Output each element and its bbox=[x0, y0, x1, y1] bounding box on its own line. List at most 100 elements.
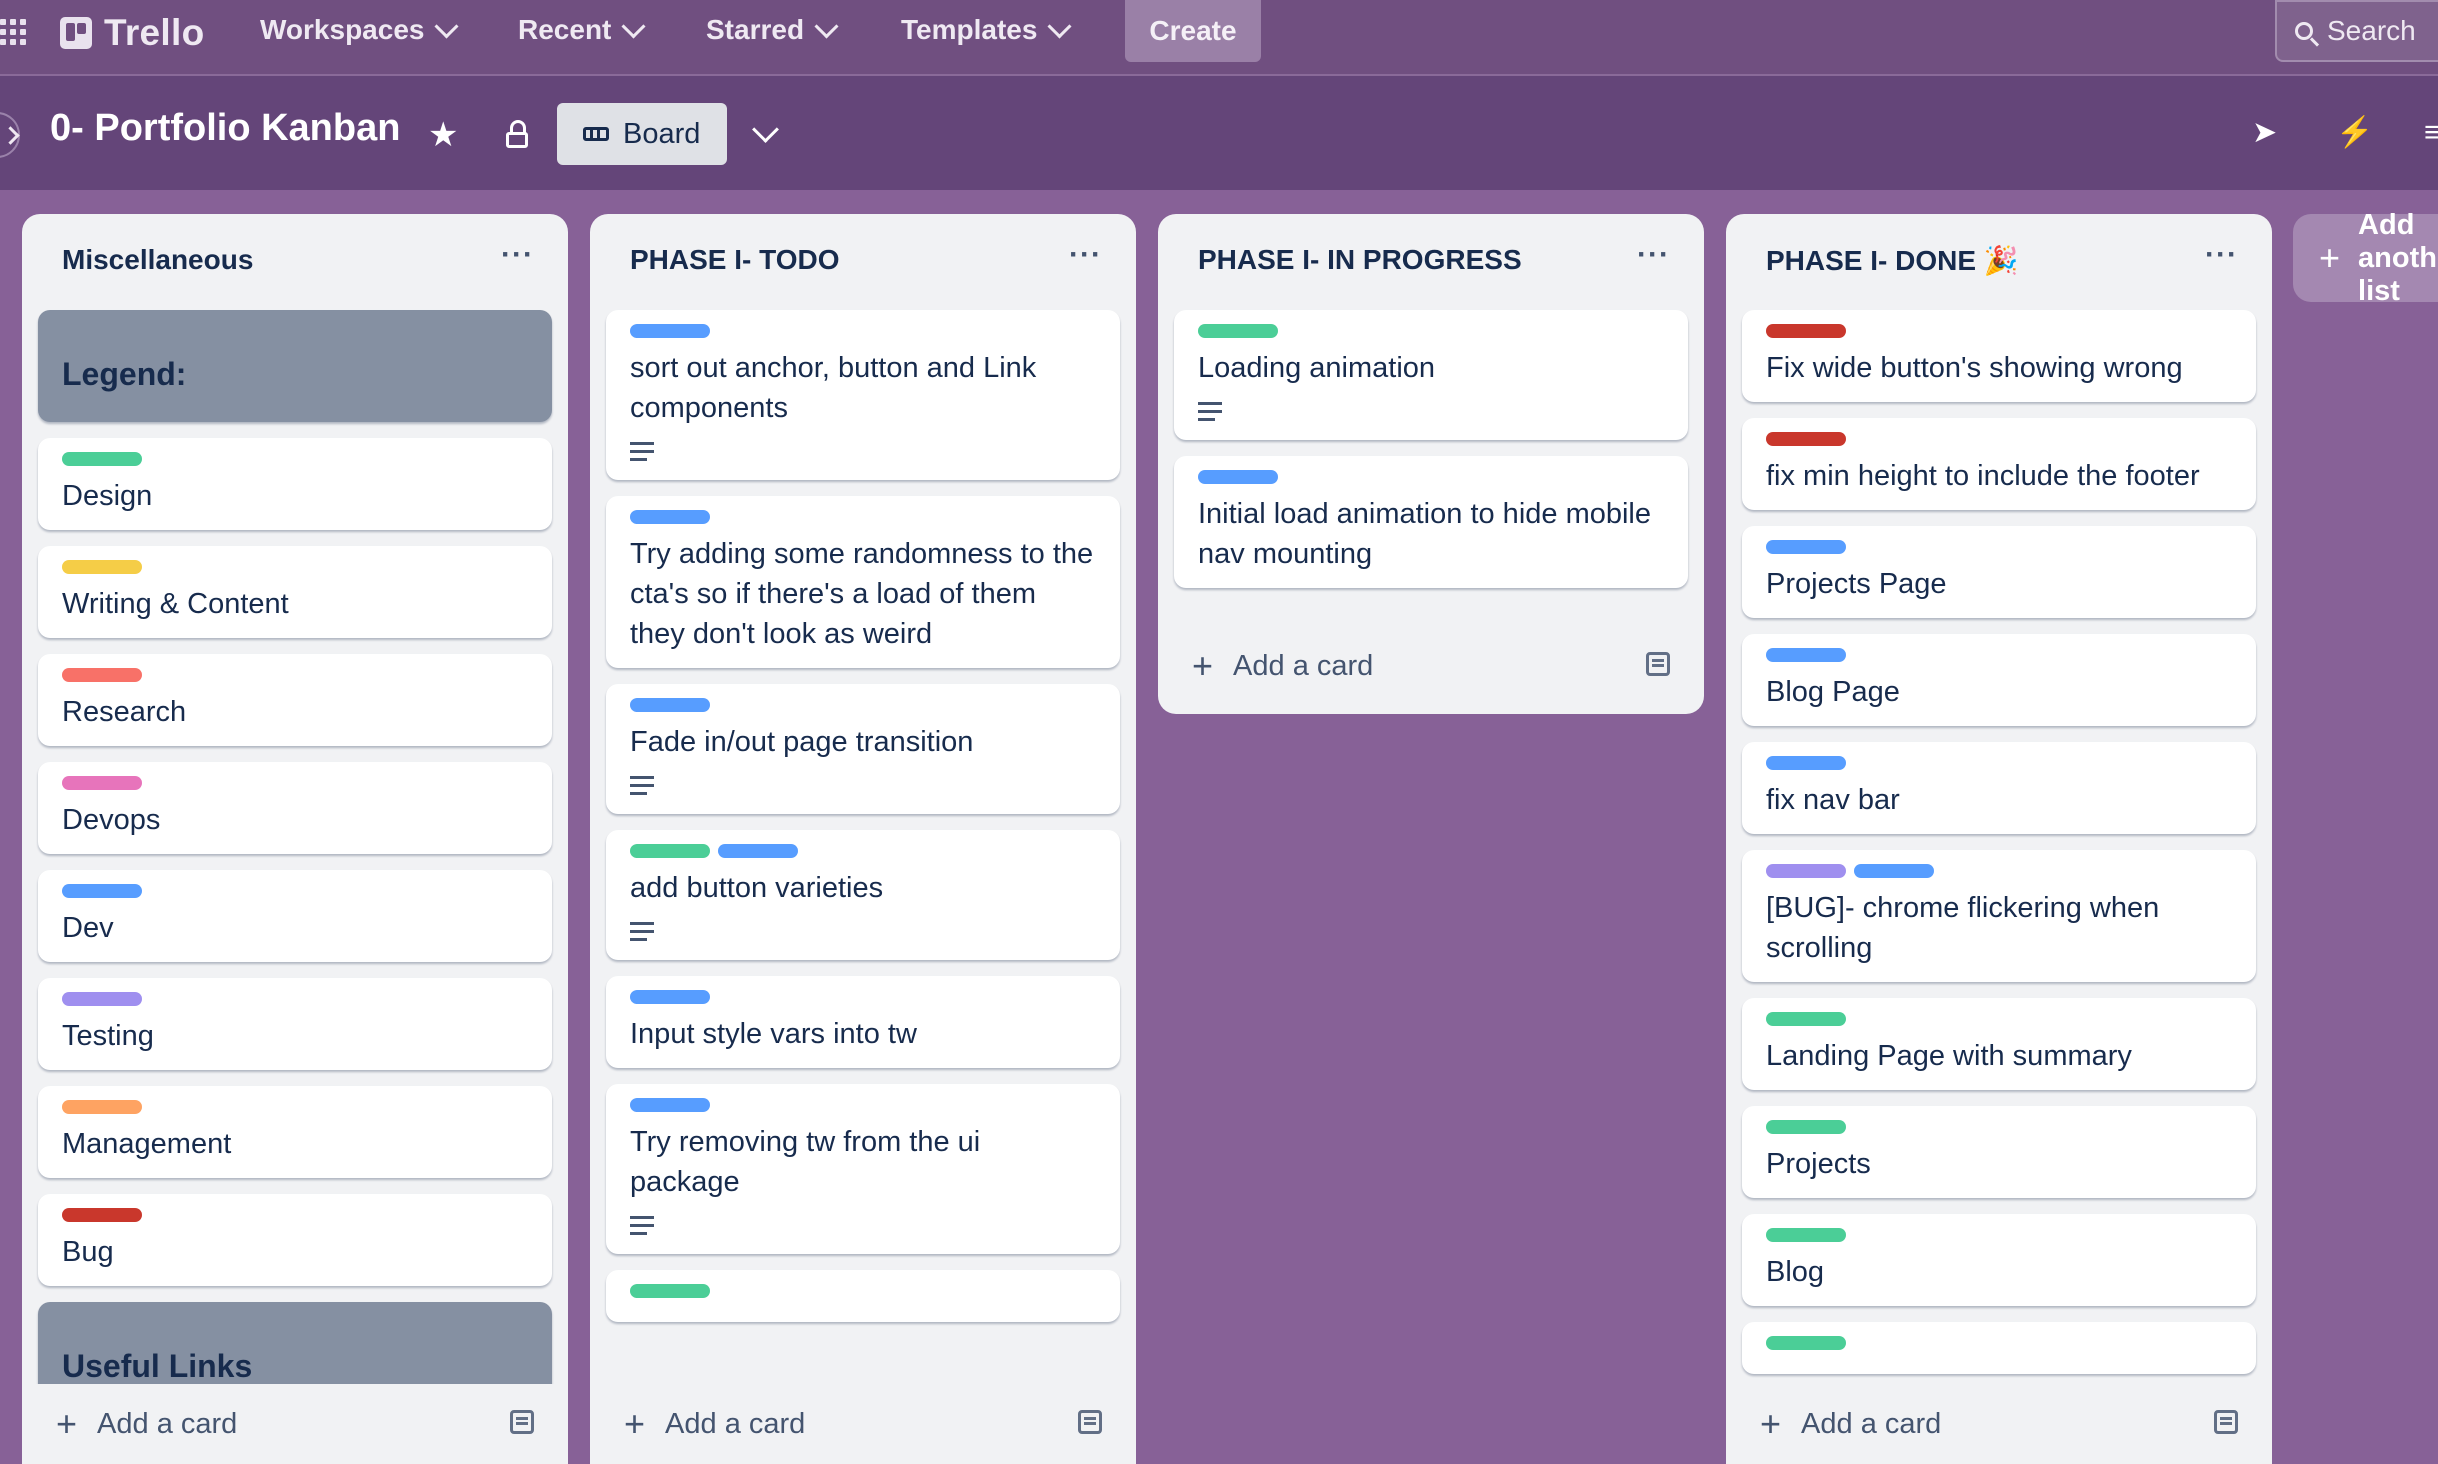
card-template-icon[interactable] bbox=[510, 1410, 534, 1434]
starred-menu[interactable]: Starred bbox=[706, 0, 839, 60]
label-chip[interactable] bbox=[1766, 1120, 1846, 1134]
card[interactable]: add button varieties bbox=[606, 830, 1120, 960]
card[interactable]: Fix wide button's showing wrong bbox=[1742, 310, 2256, 402]
create-button[interactable]: Create bbox=[1125, 0, 1261, 62]
label-chip[interactable] bbox=[1766, 756, 1846, 770]
label-chip[interactable] bbox=[1766, 864, 1846, 878]
app-switcher-icon[interactable] bbox=[0, 19, 30, 49]
card-template-icon[interactable] bbox=[1646, 652, 1670, 676]
card[interactable]: Dev bbox=[38, 870, 552, 962]
label-chip[interactable] bbox=[630, 1284, 710, 1298]
add-card-label: Add a card bbox=[97, 1407, 238, 1440]
power-ups-rocket-icon[interactable]: ➤ bbox=[2252, 118, 2277, 148]
add-card-row[interactable]: + Add a card bbox=[1158, 626, 1704, 706]
label-chip[interactable] bbox=[62, 1208, 142, 1222]
list-title[interactable]: PHASE I- TODO bbox=[630, 244, 840, 276]
card[interactable]: Testing bbox=[38, 978, 552, 1070]
label-chip[interactable] bbox=[62, 452, 142, 466]
label-chip[interactable] bbox=[1198, 324, 1278, 338]
card[interactable]: Input style vars into tw bbox=[606, 976, 1120, 1068]
board-view-button[interactable]: Board bbox=[557, 103, 727, 165]
card-labels bbox=[62, 1208, 528, 1222]
card[interactable]: Try adding some randomness to the cta's … bbox=[606, 496, 1120, 668]
label-chip[interactable] bbox=[718, 844, 798, 858]
card-title: add button varieties bbox=[630, 872, 884, 904]
card-template-icon[interactable] bbox=[2214, 1410, 2238, 1434]
label-chip[interactable] bbox=[1766, 1228, 1846, 1242]
search-icon bbox=[2295, 22, 2313, 40]
card-title: Management bbox=[62, 1128, 232, 1160]
card[interactable]: fix min height to include the footer bbox=[1742, 418, 2256, 510]
card[interactable] bbox=[606, 1270, 1120, 1322]
label-chip[interactable] bbox=[62, 884, 142, 898]
label-chip[interactable] bbox=[1854, 864, 1934, 878]
card[interactable]: Blog Page bbox=[1742, 634, 2256, 726]
label-chip[interactable] bbox=[62, 1100, 142, 1114]
label-chip[interactable] bbox=[1198, 470, 1278, 484]
list-actions-icon[interactable]: ··· bbox=[2205, 238, 2238, 272]
list-title[interactable]: PHASE I- IN PROGRESS bbox=[1198, 244, 1522, 276]
label-chip[interactable] bbox=[630, 324, 710, 338]
card[interactable]: Writing & Content bbox=[38, 546, 552, 638]
templates-menu[interactable]: Templates bbox=[901, 0, 1072, 60]
automation-bolt-icon[interactable]: ⚡ bbox=[2336, 118, 2373, 148]
list-title[interactable]: PHASE I- DONE 🎉 bbox=[1766, 244, 2019, 277]
add-list-button[interactable]: + Add another list bbox=[2293, 209, 2438, 307]
label-chip[interactable] bbox=[630, 844, 710, 858]
card[interactable]: Design bbox=[38, 438, 552, 530]
card[interactable]: Fade in/out page transition bbox=[606, 684, 1120, 814]
cover-card[interactable]: Legend: bbox=[38, 310, 552, 422]
card[interactable]: Landing Page with summary bbox=[1742, 998, 2256, 1090]
label-chip[interactable] bbox=[630, 1098, 710, 1112]
card[interactable]: fix nav bar bbox=[1742, 742, 2256, 834]
label-chip[interactable] bbox=[630, 990, 710, 1004]
card[interactable]: Management bbox=[38, 1086, 552, 1178]
card[interactable]: [BUG]- chrome flickering when scrolling bbox=[1742, 850, 2256, 982]
card[interactable]: Loading animation bbox=[1174, 310, 1688, 440]
label-chip[interactable] bbox=[630, 510, 710, 524]
card[interactable]: Bug bbox=[38, 1194, 552, 1286]
card[interactable]: Blog bbox=[1742, 1214, 2256, 1306]
add-card-row[interactable]: + Add a card bbox=[590, 1384, 1136, 1464]
card[interactable]: Research bbox=[38, 654, 552, 746]
label-chip[interactable] bbox=[62, 992, 142, 1006]
label-chip[interactable] bbox=[1766, 432, 1846, 446]
workspaces-menu[interactable]: Workspaces bbox=[260, 0, 459, 60]
list-actions-icon[interactable]: ··· bbox=[1637, 238, 1670, 272]
plus-icon: + bbox=[1192, 645, 1214, 686]
card-title: Useful Links bbox=[62, 1348, 253, 1384]
list-actions-icon[interactable]: ··· bbox=[1069, 238, 1102, 272]
card[interactable]: Try removing tw from the ui package bbox=[606, 1084, 1120, 1254]
card-template-icon[interactable] bbox=[1078, 1410, 1102, 1434]
add-card-row[interactable]: + Add a card bbox=[1726, 1384, 2272, 1464]
label-chip[interactable] bbox=[62, 668, 142, 682]
label-chip[interactable] bbox=[62, 776, 142, 790]
board-title[interactable]: 0- Portfolio Kanban bbox=[50, 107, 400, 150]
list-title[interactable]: Miscellaneous bbox=[62, 244, 253, 276]
trello-logo[interactable]: Trello bbox=[60, 12, 205, 54]
add-card-row[interactable]: + Add a card bbox=[22, 1384, 568, 1464]
list-actions-icon[interactable]: ··· bbox=[501, 238, 534, 272]
card[interactable]: Devops bbox=[38, 762, 552, 854]
card[interactable] bbox=[1742, 1322, 2256, 1374]
list-phase-i-todo: PHASE I- TODO ··· sort out anchor, butto… bbox=[590, 214, 1136, 1464]
card-labels bbox=[1198, 324, 1664, 338]
label-chip[interactable] bbox=[1766, 1336, 1846, 1350]
label-chip[interactable] bbox=[1766, 324, 1846, 338]
card[interactable]: Projects Page bbox=[1742, 526, 2256, 618]
card[interactable]: Initial load animation to hide mobile na… bbox=[1174, 456, 1688, 588]
card[interactable]: sort out anchor, button and Link compone… bbox=[606, 310, 1120, 480]
filter-icon[interactable]: ≡ bbox=[2424, 118, 2438, 148]
card[interactable]: Projects bbox=[1742, 1106, 2256, 1198]
label-chip[interactable] bbox=[62, 560, 142, 574]
star-icon[interactable]: ★ bbox=[428, 118, 458, 152]
card-labels bbox=[62, 1100, 528, 1114]
label-chip[interactable] bbox=[1766, 1012, 1846, 1026]
card-title: Blog Page bbox=[1766, 676, 1900, 708]
recent-menu[interactable]: Recent bbox=[518, 0, 646, 60]
search-input[interactable]: Search bbox=[2275, 0, 2438, 62]
lock-icon[interactable] bbox=[506, 120, 528, 148]
label-chip[interactable] bbox=[1766, 648, 1846, 662]
label-chip[interactable] bbox=[630, 698, 710, 712]
label-chip[interactable] bbox=[1766, 540, 1846, 554]
